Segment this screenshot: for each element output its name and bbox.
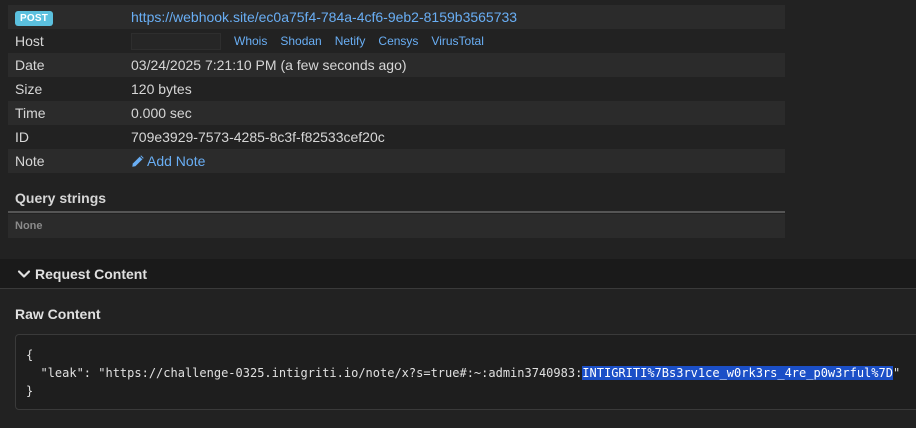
size-value: 120 bytes [131,81,192,97]
note-label: Note [15,153,45,169]
netify-link[interactable]: Netify [335,34,366,48]
add-note-label: Add Note [147,153,206,169]
request-url-link[interactable]: https://webhook.site/ec0a75f4-784a-4cf6-… [131,9,517,25]
host-row: Host Whois Shodan Netify Censys VirusTot… [8,29,785,53]
pencil-icon [132,155,144,167]
id-value: 709e3929-7573-4285-8c3f-f82533cef20c [131,129,385,145]
query-strings-divider [8,211,785,213]
date-row: Date 03/24/2025 7:21:10 PM (a few second… [8,53,785,77]
id-row: ID 709e3929-7573-4285-8c3f-f82533cef20c [8,125,785,149]
time-value: 0.000 sec [131,105,192,121]
size-label: Size [15,81,43,97]
raw-content-title: Raw Content [15,306,101,322]
note-row: Note Add Note [8,149,785,173]
query-strings-row: None [8,214,785,238]
date-value: 03/24/2025 7:21:10 PM (a few seconds ago… [131,57,407,73]
size-row: Size 120 bytes [8,77,785,101]
request-content-header[interactable]: Request Content [0,259,916,289]
chevron-down-icon [17,269,31,278]
request-content-title: Request Content [35,265,147,282]
query-strings-value: None [15,220,43,232]
raw-content-body[interactable]: { "leak": "https://challenge-0325.intigr… [15,334,916,410]
method-badge: POST [15,11,54,26]
time-row: Time 0.000 sec [8,101,785,125]
code-line-2-prefix: "leak": "https://challenge-0325.intigrit… [26,366,583,380]
whois-link[interactable]: Whois [234,34,267,48]
shodan-link[interactable]: Shodan [280,34,321,48]
code-line-3: } [26,384,34,398]
id-label: ID [15,129,29,145]
host-value-redacted [131,32,221,50]
code-selection-highlight: INTIGRITI%7Bs3rv1ce_w0rk3rs_4re_p0w3rful… [582,366,893,380]
host-label: Host [15,33,44,49]
code-line-2-suffix: " [892,366,901,380]
method-cell: POST [8,8,131,26]
request-details-table: POST https://webhook.site/ec0a75f4-784a-… [8,5,785,173]
query-strings-title: Query strings [15,190,107,206]
censys-link[interactable]: Censys [378,34,418,48]
request-details-panel: POST https://webhook.site/ec0a75f4-784a-… [0,0,916,258]
add-note-link[interactable]: Add Note [131,153,205,169]
time-label: Time [15,105,46,121]
virustotal-link[interactable]: VirusTotal [431,34,483,48]
code-line-1: { [26,348,34,362]
date-label: Date [15,57,45,73]
method-row: POST https://webhook.site/ec0a75f4-784a-… [8,5,785,29]
